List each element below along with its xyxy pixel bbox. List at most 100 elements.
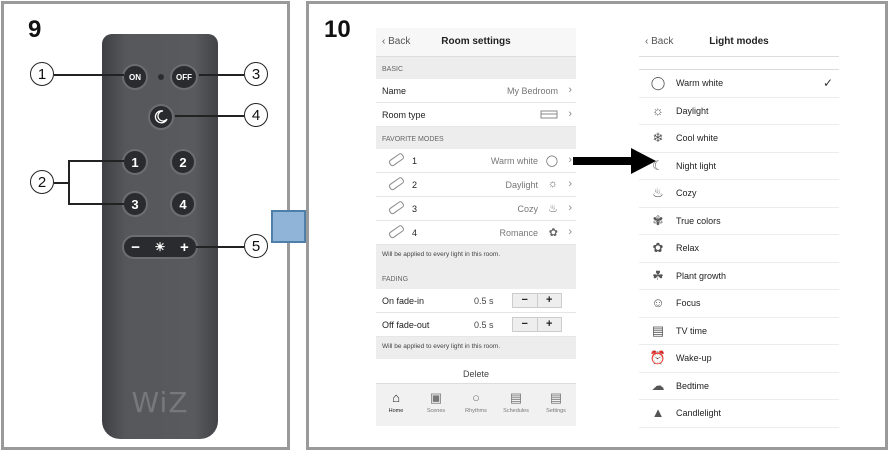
increment-button[interactable]: +: [538, 294, 562, 307]
tab-settings[interactable]: ▤ Settings: [536, 384, 576, 426]
light-modes-header: ‹ Back Light modes: [639, 28, 839, 57]
increment-button[interactable]: +: [538, 318, 562, 331]
callout-line-1: [54, 74, 124, 76]
fade-in-value: 0.5 s: [474, 296, 494, 306]
ir-sensor: [158, 74, 164, 80]
favorite-mode-row[interactable]: 2 Daylight ☼ ›: [376, 173, 576, 197]
plant-icon: ☘: [652, 267, 664, 283]
tab-home[interactable]: ⌂ Home: [376, 384, 416, 426]
fade-out-stepper[interactable]: − +: [512, 317, 562, 332]
decrement-button[interactable]: −: [513, 294, 538, 307]
favorite-note: Will be applied to every light in this r…: [376, 245, 576, 267]
tab-schedules[interactable]: ▤ Schedules: [496, 384, 536, 426]
callout-bracket-2: [68, 160, 70, 204]
room-settings-header: ‹ Back Room settings: [376, 28, 576, 57]
checkmark-icon: ✓: [822, 76, 833, 90]
tab-rhythms[interactable]: ○ Rhythms: [456, 384, 496, 426]
bulb-icon: ◯: [650, 75, 666, 90]
favorite-mode-row[interactable]: 4 Romance ✿ ›: [376, 221, 576, 245]
mode-true-colors[interactable]: ✾ True colors: [639, 208, 839, 235]
callout-line-2b: [68, 203, 124, 205]
manual-page: 9 ON OFF 1 2 3 4 − ☀ + WiZ 1 3 4 2 5 10 …: [0, 0, 889, 451]
mode-cozy[interactable]: ♨ Cozy: [639, 180, 839, 208]
scene-button-2[interactable]: 2: [170, 149, 196, 175]
room-settings-screen: ‹ Back Room settings BASIC Name My Bedro…: [376, 28, 576, 426]
figure-number: 10: [324, 16, 351, 43]
scene-button-1[interactable]: 1: [122, 149, 148, 175]
room-type-row[interactable]: Room type ›: [376, 103, 576, 127]
figure-connector: [271, 210, 306, 243]
fade-out-value: 0.5 s: [474, 320, 494, 330]
mode-focus[interactable]: ☺ Focus: [639, 290, 839, 318]
bulb-icon: ◯: [545, 155, 558, 167]
callout-5: 5: [244, 234, 268, 258]
callout-line-4: [175, 115, 244, 117]
mode-plant-growth[interactable]: ☘ Plant growth: [639, 263, 839, 290]
candle-icon: ▲: [651, 405, 665, 420]
cozy-icon: ♨: [548, 203, 558, 215]
night-light-button[interactable]: [148, 104, 174, 130]
screen-title: Light modes: [709, 36, 769, 47]
remote-pen-icon: [388, 153, 404, 167]
dim-plus-button[interactable]: +: [180, 239, 189, 256]
tv-icon: ▤: [651, 322, 665, 338]
tab-bar: ⌂ Home ▣ Scenes ○ Rhythms ▤ Schedules ▤: [376, 383, 576, 426]
callout-line-3: [199, 74, 244, 76]
mode-warm-white[interactable]: ◯ Warm white ✓: [639, 69, 839, 98]
moon-icon: [154, 110, 168, 124]
chevron-right-icon: ›: [568, 108, 572, 120]
rhythms-icon: ○: [472, 390, 480, 405]
mode-candlelight[interactable]: ▲ Candlelight: [639, 400, 839, 428]
section-fading: FADING: [376, 267, 576, 289]
name-row[interactable]: Name My Bedroom ›: [376, 79, 576, 103]
sun-icon: ☼: [652, 102, 664, 118]
bedtime-icon: ☁: [651, 377, 665, 393]
light-modes-screen: ‹ Back Light modes ◯ Warm white ✓ ☼ Dayl…: [639, 28, 839, 428]
chevron-right-icon: ›: [568, 154, 572, 166]
mode-bedtime[interactable]: ☁ Bedtime: [639, 373, 839, 400]
on-button[interactable]: ON: [122, 64, 148, 90]
mode-daylight[interactable]: ☼ Daylight: [639, 98, 839, 125]
mode-tv-time[interactable]: ▤ TV time: [639, 318, 839, 345]
bed-icon: [540, 110, 558, 119]
romance-icon: ✿: [548, 227, 558, 239]
callout-1: 1: [30, 62, 54, 86]
mode-relax[interactable]: ✿ Relax: [639, 235, 839, 263]
mode-night-light[interactable]: ☾ Night light: [639, 153, 839, 180]
section-basic: BASIC: [376, 57, 576, 79]
decrement-button[interactable]: −: [513, 318, 538, 331]
arrow-right-icon: [573, 148, 656, 174]
wiz-logo: WiZ: [131, 386, 189, 419]
callout-line-5: [196, 246, 244, 248]
remote-control: ON OFF 1 2 3 4 − ☀ + WiZ: [102, 34, 218, 439]
dimmer-rocker: − ☀ +: [122, 235, 198, 259]
chevron-right-icon: ›: [568, 226, 572, 238]
off-button[interactable]: OFF: [170, 64, 198, 90]
callout-line-2a: [68, 160, 124, 162]
section-favorite-modes: FAVORITE MODES: [376, 127, 576, 149]
fade-out-row: Off fade-out 0.5 s − +: [376, 313, 576, 337]
room-name-value: My Bedroom: [506, 86, 558, 96]
scene-button-4[interactable]: 4: [170, 191, 196, 217]
chevron-right-icon: ›: [568, 178, 572, 190]
fade-in-stepper[interactable]: − +: [512, 293, 562, 308]
palette-icon: ✾: [652, 212, 664, 228]
settings-icon: ▤: [549, 390, 563, 405]
dim-minus-button[interactable]: −: [131, 239, 140, 256]
callout-3: 3: [244, 62, 268, 86]
alarm-icon: ⏰: [649, 350, 667, 365]
scene-button-3[interactable]: 3: [122, 191, 148, 217]
mode-wake-up[interactable]: ⏰ Wake-up: [639, 345, 839, 373]
snowflake-icon: ❄: [652, 130, 664, 145]
favorite-mode-row[interactable]: 3 Cozy ♨ ›: [376, 197, 576, 221]
figure-9-panel: 9 ON OFF 1 2 3 4 − ☀ + WiZ 1 3 4 2 5: [1, 1, 290, 450]
focus-icon: ☺: [651, 295, 665, 310]
screen-title: Room settings: [441, 36, 511, 47]
callout-2: 2: [30, 170, 54, 194]
chevron-right-icon: ›: [568, 84, 572, 96]
favorite-mode-row[interactable]: 1 Warm white ◯ ›: [376, 149, 576, 173]
mode-cool-white[interactable]: ❄ Cool white: [639, 125, 839, 153]
sun-icon: ☀: [154, 240, 166, 254]
fading-note: Will be applied to every light in this r…: [376, 337, 576, 359]
tab-scenes[interactable]: ▣ Scenes: [416, 384, 456, 426]
